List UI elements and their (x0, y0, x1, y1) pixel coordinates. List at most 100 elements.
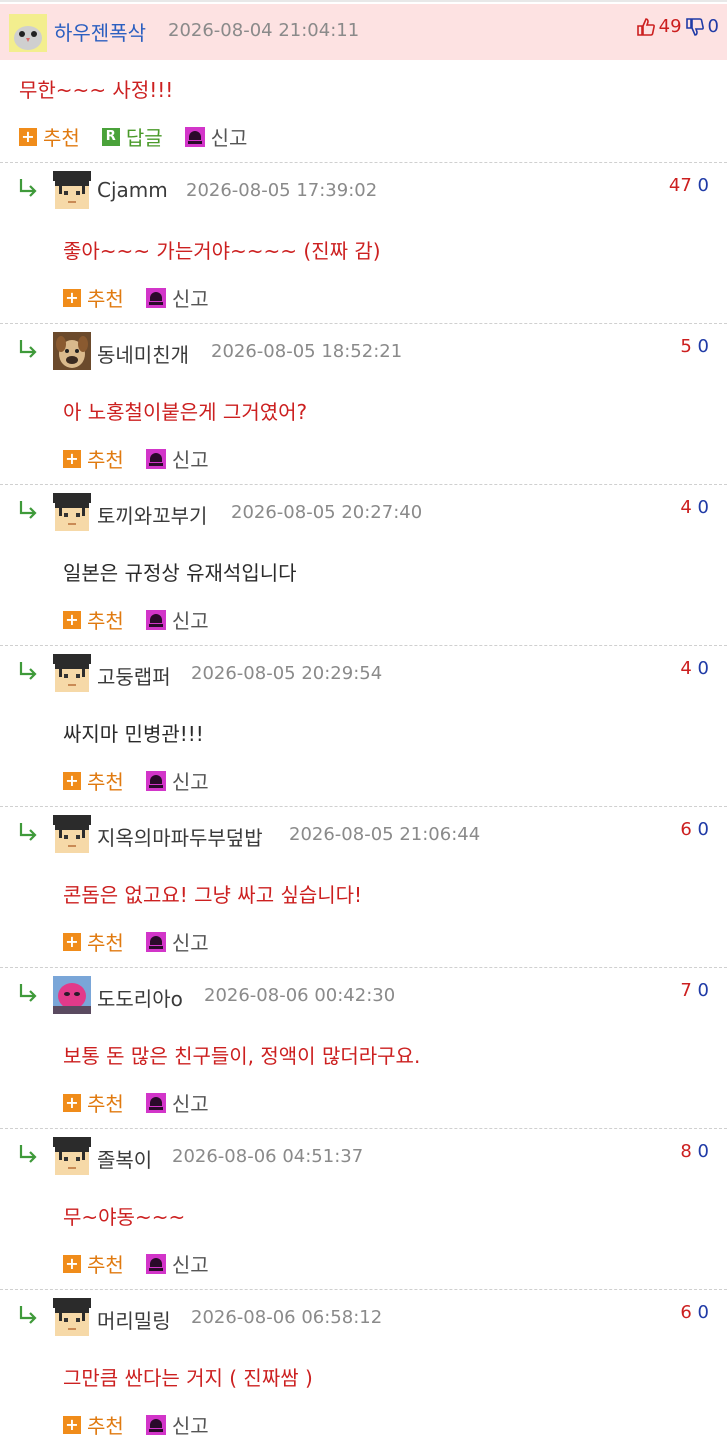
avatar[interactable] (53, 1137, 91, 1175)
comment-actions: + 추천 신고 (63, 766, 231, 795)
username[interactable]: 하우젠폭삭 (54, 17, 146, 46)
up-count[interactable]: 5 (680, 336, 691, 357)
username[interactable]: 지옥의마파두부덮밥 (97, 822, 263, 851)
comment-actions: + 추천 신고 (63, 605, 231, 634)
username[interactable]: 도도리아o (97, 983, 183, 1012)
vote-counts: 8 0 (680, 1141, 709, 1162)
recommend-label: 추천 (87, 448, 124, 472)
up-count[interactable]: 47 (669, 175, 692, 196)
thumbs-up-icon[interactable] (636, 17, 656, 37)
report-button[interactable]: 신고 (145, 1088, 209, 1117)
down-count[interactable]: 0 (698, 1141, 709, 1162)
report-label: 신고 (171, 448, 209, 472)
comment-actions: + 추천 신고 (63, 1410, 231, 1439)
main-comment: 하우젠폭삭 2026-08-04 21:04:11 49 0 무한~~~ 사정!… (0, 2, 727, 162)
recommend-button[interactable]: + 추천 (63, 444, 124, 473)
down-count: 0 (707, 16, 719, 37)
report-button[interactable]: 신고 (145, 927, 209, 956)
reply-item: 토끼와꼬부기 2026-08-05 20:27:40 4 0 일본은 규정상 유… (0, 485, 727, 645)
report-label: 신고 (210, 126, 248, 150)
comment-date: 2026-08-06 00:42:30 (204, 985, 396, 1006)
report-label: 신고 (171, 1414, 209, 1438)
comment-date: 2026-08-06 04:51:37 (172, 1146, 364, 1167)
siren-icon (145, 609, 166, 630)
recommend-button[interactable]: + 추천 (63, 766, 124, 795)
plus-icon: + (63, 1093, 81, 1112)
avatar[interactable] (53, 332, 91, 370)
down-count[interactable]: 0 (698, 658, 709, 679)
down-count[interactable]: 0 (698, 175, 709, 196)
siren-icon (145, 770, 166, 791)
siren-icon (145, 1092, 166, 1113)
report-button[interactable]: 신고 (145, 444, 209, 473)
avatar[interactable] (53, 654, 91, 692)
up-count[interactable]: 4 (680, 497, 691, 518)
report-button[interactable]: 신고 (184, 122, 248, 151)
plus-icon: + (63, 771, 81, 790)
username[interactable]: 졸복이 (97, 1144, 152, 1173)
up-count[interactable]: 8 (680, 1141, 691, 1162)
avatar[interactable] (53, 493, 91, 531)
report-button[interactable]: 신고 (145, 605, 209, 634)
siren-icon (145, 1414, 166, 1435)
username[interactable]: 토끼와꼬부기 (97, 500, 207, 529)
reply-arrow-icon (19, 662, 37, 680)
recommend-button[interactable]: + 추천 (63, 1249, 124, 1278)
reply-item: 지옥의마파두부덮밥 2026-08-05 21:06:44 6 0 콘돔은 없고… (0, 807, 727, 967)
reply-arrow-icon (19, 340, 37, 358)
reply-button[interactable]: R 답글 (101, 122, 163, 151)
comment-date: 2026-08-05 20:27:40 (231, 502, 423, 523)
comment-text: 무~야동~~~ (63, 1205, 186, 1229)
comment-text: 무한~~~ 사정!!! (19, 78, 174, 102)
comment-date: 2026-08-05 20:29:54 (191, 663, 383, 684)
plus-icon: + (63, 288, 81, 307)
plus-icon: + (63, 932, 81, 951)
avatar[interactable] (53, 171, 91, 209)
siren-icon (184, 126, 205, 147)
report-button[interactable]: 신고 (145, 1410, 209, 1439)
vote-counts: 4 0 (680, 658, 709, 679)
up-count[interactable]: 6 (680, 1302, 691, 1323)
reply-list: Cjamm 2026-08-05 17:39:02 47 0 좋아~~~ 가는거… (0, 163, 727, 1450)
comment-text: 일본은 규정상 유재석입니다 (63, 561, 297, 585)
up-count[interactable]: 4 (680, 658, 691, 679)
down-count[interactable]: 0 (698, 336, 709, 357)
reply-arrow-icon (19, 1145, 37, 1163)
recommend-label: 추천 (87, 770, 124, 794)
username[interactable]: 머리밀링 (97, 1305, 171, 1334)
recommend-button[interactable]: + 추천 (63, 605, 124, 634)
avatar[interactable] (9, 14, 47, 52)
avatar[interactable] (53, 976, 91, 1014)
username[interactable]: 동네미친개 (97, 339, 189, 368)
recommend-button[interactable]: + 추천 (63, 1088, 124, 1117)
recommend-button[interactable]: + 추천 (63, 927, 124, 956)
avatar[interactable] (53, 1298, 91, 1336)
down-count[interactable]: 0 (698, 1302, 709, 1323)
reply-item: 고둥랩퍼 2026-08-05 20:29:54 4 0 싸지마 민병관!!! … (0, 646, 727, 806)
siren-icon (145, 1253, 166, 1274)
comment-text: 보통 돈 많은 친구들이, 정액이 많더라구요. (63, 1044, 421, 1068)
vote-counts: 47 0 (669, 175, 709, 196)
report-button[interactable]: 신고 (145, 766, 209, 795)
up-count[interactable]: 7 (680, 980, 691, 1001)
username[interactable]: 고둥랩퍼 (97, 661, 171, 690)
comment-text: 좋아~~~ 가는거야~~~~ (진짜 감) (63, 239, 381, 263)
down-count[interactable]: 0 (698, 497, 709, 518)
reply-label: 답글 (125, 126, 163, 150)
recommend-button[interactable]: + 추천 (63, 1410, 124, 1439)
recommend-button[interactable]: + 추천 (19, 122, 80, 151)
report-button[interactable]: 신고 (145, 283, 209, 312)
up-count[interactable]: 6 (680, 819, 691, 840)
comment-date: 2026-08-05 17:39:02 (186, 180, 378, 201)
down-count[interactable]: 0 (698, 980, 709, 1001)
recommend-button[interactable]: + 추천 (63, 283, 124, 312)
thumbs-down-icon[interactable] (685, 17, 705, 37)
comment-actions: + 추천 신고 (63, 444, 231, 473)
username[interactable]: Cjamm (97, 178, 168, 202)
comment-date: 2026-08-05 18:52:21 (211, 341, 403, 362)
comment-text: 아 노홍철이붙은게 그거였어? (63, 400, 308, 424)
report-button[interactable]: 신고 (145, 1249, 209, 1278)
down-count[interactable]: 0 (698, 819, 709, 840)
avatar[interactable] (53, 815, 91, 853)
main-comment-header: 하우젠폭삭 2026-08-04 21:04:11 49 0 (0, 4, 727, 60)
